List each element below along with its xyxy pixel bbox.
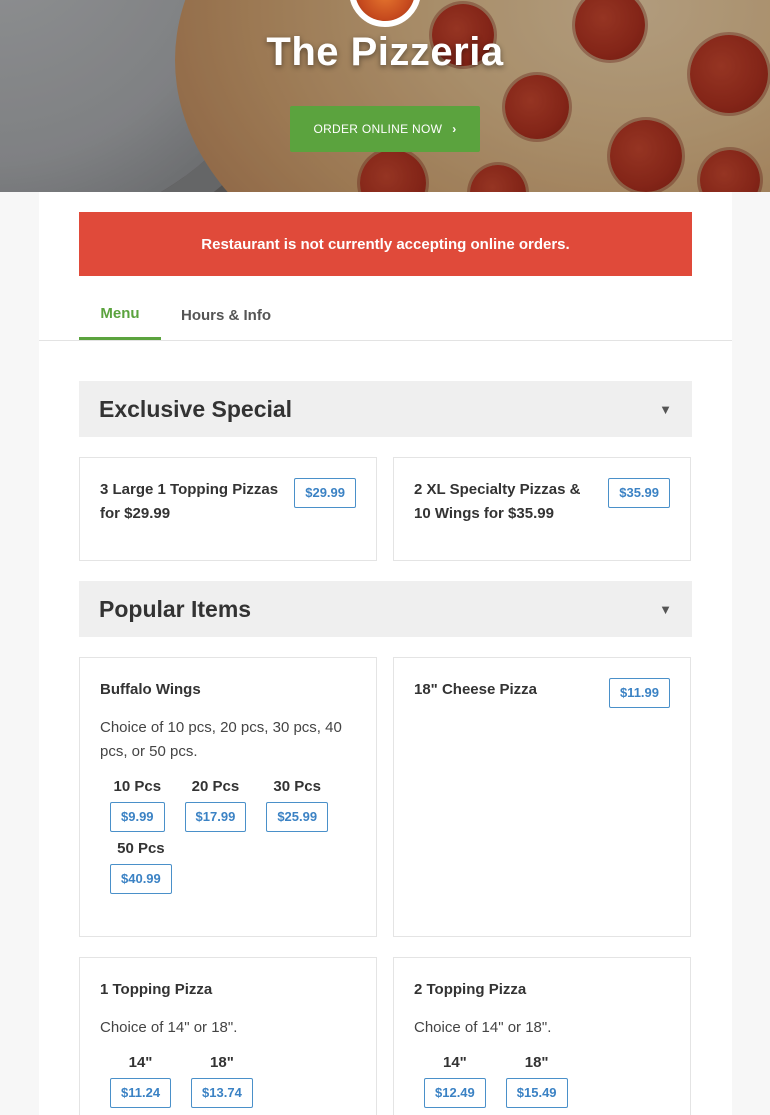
size-option: 14" $12.49 — [424, 1054, 486, 1108]
item-name: 1 Topping Pizza — [100, 981, 213, 998]
price-button[interactable]: $11.24 — [110, 1078, 172, 1108]
hero-overlay — [0, 0, 770, 192]
size-option: 14" $11.24 — [110, 1054, 172, 1108]
price-button[interactable]: $9.99 — [110, 802, 165, 832]
size-option: 18" $15.49 — [505, 1054, 568, 1108]
section-header-popular-items[interactable]: Popular Items ▼ — [79, 581, 692, 637]
restaurant-name: The Pizzeria — [266, 30, 504, 74]
item-name: 2 Topping Pizza — [414, 981, 527, 998]
size-option: 30 Pcs $25.99 — [266, 778, 329, 832]
price-button[interactable]: $15.49 — [505, 1078, 568, 1108]
price-button[interactable]: $25.99 — [266, 802, 329, 832]
item-description: Choice of 10 pcs, 20 pcs, 30 pcs, 40 pcs… — [100, 719, 342, 760]
size-label: 30 Pcs — [273, 778, 321, 795]
price-button[interactable]: $35.99 — [608, 478, 670, 508]
section-header-exclusive-special[interactable]: Exclusive Special ▼ — [79, 381, 692, 437]
menu-item-card[interactable]: 3 Large 1 Topping Pizzas for $29.99 $29.… — [79, 457, 377, 561]
price-button[interactable]: $40.99 — [110, 864, 172, 894]
item-name: 18" Cheese Pizza — [414, 681, 538, 698]
size-options: 14" $11.24 18" $13.74 — [100, 1054, 356, 1115]
tab-hours-info[interactable]: Hours & Info — [161, 290, 291, 340]
price-button[interactable]: $29.99 — [294, 478, 356, 508]
item-description: Choice of 14" or 18". — [100, 1019, 238, 1036]
size-label: 14" — [128, 1054, 153, 1071]
size-option: 20 Pcs $17.99 — [184, 778, 247, 832]
price-button[interactable]: $13.74 — [191, 1078, 253, 1108]
item-description: Choice of 14" or 18". — [414, 1019, 552, 1036]
size-label: 10 Pcs — [113, 778, 162, 795]
size-label: 18" — [524, 1054, 549, 1071]
hero-banner: The Pizzeria ORDER ONLINE NOW › — [0, 0, 770, 192]
menu-item-card[interactable]: 18" Cheese Pizza $11.99 — [393, 657, 691, 937]
size-label: 50 Pcs — [117, 840, 165, 857]
price-button[interactable]: $11.99 — [608, 678, 670, 708]
menu-item-card[interactable]: Buffalo Wings Choice of 10 pcs, 20 pcs, … — [79, 657, 377, 937]
tab-bar: Menu Hours & Info — [39, 290, 732, 341]
size-option: 50 Pcs $40.99 — [110, 840, 172, 894]
section-title: Popular Items — [99, 595, 252, 622]
order-online-button[interactable]: ORDER ONLINE NOW › — [290, 106, 480, 152]
item-name: Buffalo Wings — [100, 681, 201, 698]
chevron-right-icon: › — [452, 122, 457, 136]
size-option: 10 Pcs $9.99 — [110, 778, 165, 832]
caret-down-icon: ▼ — [659, 601, 672, 617]
menu-item-card[interactable]: 1 Topping Pizza Choice of 14" or 18". 14… — [79, 957, 377, 1115]
size-options: 10 Pcs $9.99 20 Pcs $17.99 30 Pcs $25.99… — [100, 778, 356, 902]
alert-message: Restaurant is not currently accepting on… — [201, 235, 570, 253]
closed-alert: Restaurant is not currently accepting on… — [79, 212, 692, 276]
size-options: 14" $12.49 18" $15.49 — [414, 1054, 670, 1115]
tab-menu[interactable]: Menu — [79, 290, 161, 340]
size-label: 20 Pcs — [191, 778, 240, 795]
size-label: 14" — [442, 1054, 467, 1071]
section-title: Exclusive Special — [99, 395, 293, 422]
size-label: 18" — [210, 1054, 234, 1071]
item-name: 3 Large 1 Topping Pizzas for $29.99 — [100, 481, 279, 522]
menu-panel: Restaurant is not currently accepting on… — [39, 192, 732, 1115]
menu-item-card[interactable]: 2 XL Specialty Pizzas & 10 Wings for $35… — [393, 457, 691, 561]
item-name: 2 XL Specialty Pizzas & 10 Wings for $35… — [414, 481, 581, 522]
caret-down-icon: ▼ — [659, 401, 672, 417]
order-online-label: ORDER ONLINE NOW — [313, 122, 443, 136]
menu-item-card[interactable]: 2 Topping Pizza Choice of 14" or 18". 14… — [393, 957, 691, 1115]
size-option: 18" $13.74 — [191, 1054, 253, 1108]
price-button[interactable]: $12.49 — [424, 1078, 486, 1108]
price-button[interactable]: $17.99 — [184, 802, 247, 832]
